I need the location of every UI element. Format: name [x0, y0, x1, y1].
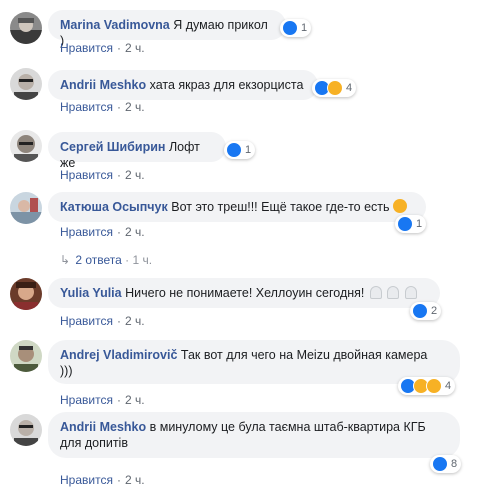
reaction-count: 4 [445, 380, 452, 392]
ghost-emoji [404, 286, 417, 299]
like-reaction-icon [226, 142, 242, 158]
comment-text: хата якраз для екзорциста [149, 78, 304, 92]
view-replies-link[interactable]: ↳ 2 ответа · 1 ч. [60, 253, 152, 267]
separator: · [116, 225, 121, 239]
reactions-summary[interactable]: 1 [224, 141, 256, 159]
comment-text-continued: для допитів [60, 436, 128, 450]
replies-time: 1 ч. [132, 253, 153, 267]
wow-reaction-icon [426, 378, 442, 394]
weary-face-emoji [393, 199, 408, 213]
comment-text: Так вот для чего на Meizu двойная камера [180, 348, 428, 362]
comment-time[interactable]: 2 ч. [125, 41, 145, 55]
like-reaction-icon [397, 216, 413, 232]
comment-bubble: Andrej Vladimirovič Так вот для чего на … [48, 340, 460, 384]
separator: · [116, 393, 121, 407]
comment-author[interactable]: Andrii Meshko [60, 78, 146, 92]
like-reaction-icon [432, 456, 448, 472]
avatar[interactable] [10, 192, 42, 224]
comment-author[interactable]: Сергей Шибирин [60, 140, 165, 154]
like-reaction-icon [412, 303, 428, 319]
comment-text: в минулому це була таємна штаб-квартира … [149, 420, 426, 434]
reactions-summary[interactable]: 2 [410, 302, 442, 320]
reaction-count: 8 [451, 458, 458, 470]
comment-actions: Нравится · 2 ч. [60, 393, 145, 407]
avatar[interactable] [10, 12, 42, 44]
ghost-emoji [387, 286, 400, 299]
reactions-summary[interactable]: 8 [430, 455, 462, 473]
comment-text: Вот это треш!!! Ещё такое где-то есть [171, 200, 390, 214]
comment-author[interactable]: Marina Vadimovna [60, 18, 170, 32]
like-link[interactable]: Нравится [60, 168, 113, 182]
like-link[interactable]: Нравится [60, 393, 113, 407]
like-link[interactable]: Нравится [60, 41, 113, 55]
separator: · [116, 168, 121, 182]
like-reaction-icon [282, 20, 298, 36]
avatar[interactable] [10, 340, 42, 372]
reaction-count: 2 [431, 305, 438, 317]
comment-actions: Нравится · 2 ч. [60, 100, 145, 114]
comment-actions: Нравится · 2 ч. [60, 41, 145, 55]
replies-count[interactable]: 2 ответа [75, 253, 121, 267]
like-link[interactable]: Нравится [60, 473, 113, 487]
separator: · [116, 314, 121, 328]
reactions-summary[interactable]: 4 [398, 377, 456, 395]
like-link[interactable]: Нравится [60, 314, 113, 328]
reaction-count: 1 [416, 218, 423, 230]
avatar[interactable] [10, 414, 42, 446]
comment-actions: Нравится · 2 ч. [60, 168, 145, 182]
comment-time[interactable]: 2 ч. [125, 314, 145, 328]
ghost-emoji [369, 286, 382, 299]
separator: · [116, 100, 121, 114]
comment-bubble: Andrii Meshko в минулому це була таємна … [48, 412, 460, 458]
reactions-summary[interactable]: 1 [280, 19, 312, 37]
separator: · [116, 41, 121, 55]
reaction-count: 1 [301, 22, 308, 34]
comment-text: Ничего не понимаете! Хеллоуин сегодня! [125, 286, 365, 300]
reactions-summary[interactable]: 4 [312, 79, 357, 97]
comment-bubble: Сергей Шибирин Лофт же [48, 132, 226, 170]
comment-bubble: Катюша Осыпчук Вот это треш!!! Ещё такое… [48, 192, 426, 222]
comment-author[interactable]: Andrii Meshko [60, 420, 146, 434]
comment-bubble: Yulia Yulia Ничего не понимаете! Хеллоуи… [48, 278, 440, 308]
reaction-count: 1 [245, 144, 252, 156]
comment-actions: Нравится · 2 ч. [60, 225, 145, 239]
like-link[interactable]: Нравится [60, 100, 113, 114]
comment-time[interactable]: 2 ч. [125, 100, 145, 114]
comment-time[interactable]: 2 ч. [125, 393, 145, 407]
comment-bubble: Marina Vadimovna Я думаю прикол ) [48, 10, 286, 48]
avatar[interactable] [10, 130, 42, 162]
comment-time[interactable]: 2 ч. [125, 168, 145, 182]
comment-text-continued: ))) [60, 364, 73, 378]
comment-bubble: Andrii Meshko хата якраз для екзорциста [48, 70, 318, 100]
comment-author[interactable]: Yulia Yulia [60, 286, 122, 300]
separator: · [125, 253, 130, 267]
comment-actions: Нравится · 2 ч. [60, 473, 145, 487]
reaction-count: 4 [346, 82, 353, 94]
comment-author[interactable]: Катюша Осыпчук [60, 200, 168, 214]
avatar[interactable] [10, 68, 42, 100]
reply-arrow-icon: ↳ [60, 253, 71, 267]
avatar[interactable] [10, 278, 42, 310]
comment-time[interactable]: 2 ч. [125, 225, 145, 239]
haha-reaction-icon [327, 80, 343, 96]
like-link[interactable]: Нравится [60, 225, 113, 239]
comment-time[interactable]: 2 ч. [125, 473, 145, 487]
reactions-summary[interactable]: 1 [395, 215, 427, 233]
comment-author[interactable]: Andrej Vladimirovič [60, 348, 177, 362]
comment-actions: Нравится · 2 ч. [60, 314, 145, 328]
separator: · [116, 473, 121, 487]
